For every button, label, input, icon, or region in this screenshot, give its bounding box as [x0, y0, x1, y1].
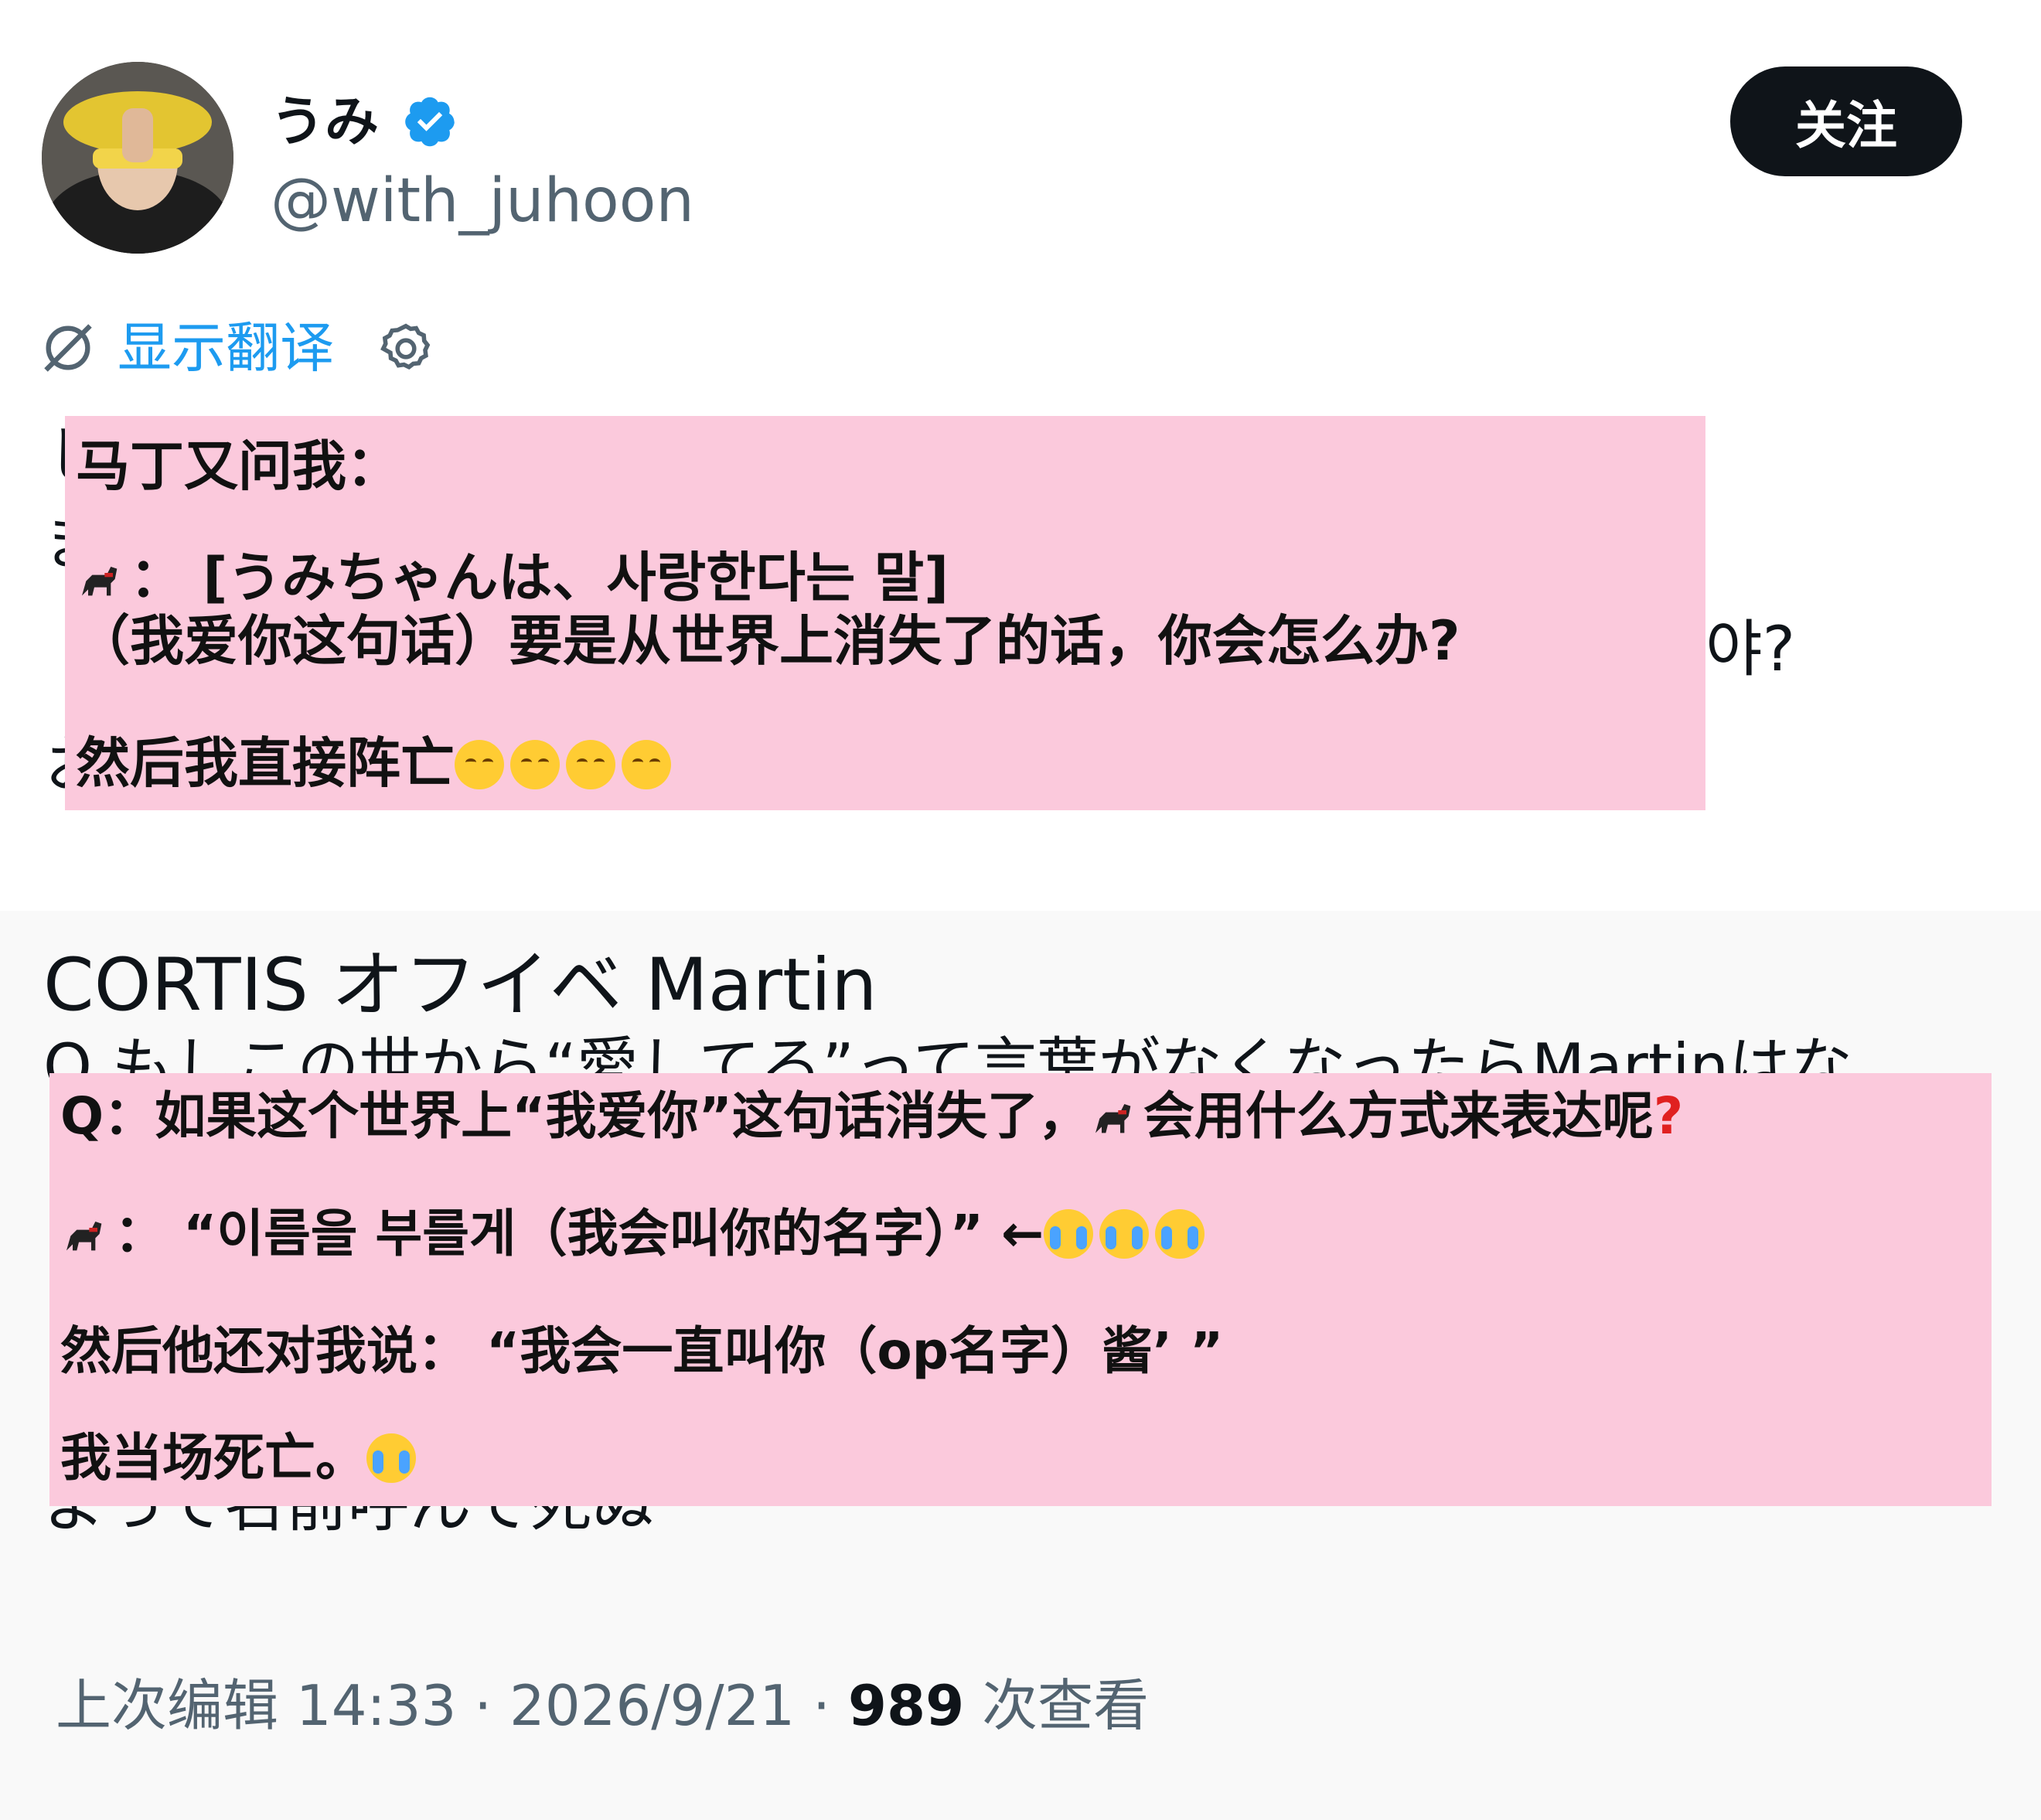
- tweet-text-fragment: 야?: [1705, 613, 1796, 685]
- translate-icon: [44, 324, 92, 372]
- verified-badge-icon: [405, 97, 455, 147]
- crying-face-icon: [1044, 1209, 1094, 1259]
- show-translation-link[interactable]: 显示翻译: [118, 312, 334, 383]
- overlay-2-line-2: ： “이름을 부를게（我会叫你的名字）” ←: [60, 1201, 1211, 1266]
- view-count-label: 次查看: [964, 1673, 1150, 1738]
- crying-face-icon: [1155, 1209, 1205, 1259]
- edit-timestamp[interactable]: 上次编辑 14:33 · 2026/9/21 ·: [56, 1673, 848, 1738]
- follow-button[interactable]: 关注: [1730, 66, 1962, 176]
- overlay-1-line-4: 然后我直接阵亡: [76, 730, 677, 796]
- view-count: 989: [847, 1673, 965, 1738]
- overlay-2-line-1-text: Q：如果这个世界上“我爱你”这句话消失了，: [60, 1086, 1089, 1146]
- quoted-tweet-title: CORTIS オフイベ Martin: [43, 943, 877, 1028]
- translation-overlay-1: 马丁又问我： ： [うみちゃんは、사랑한다는 말] （我爱你这句话）要是从世界上…: [65, 416, 1705, 810]
- overlay-2-line-4-text: 我当场死亡。: [60, 1428, 366, 1488]
- tweet-metadata: 上次编辑 14:33 · 2026/9/21 · 989 次查看: [56, 1670, 1149, 1741]
- overlay-2-line-1: Q：如果这个世界上“我爱你”这句话消失了， 会用什么方式来表达呢?: [60, 1084, 1683, 1149]
- translation-overlay-2: Q：如果这个世界上“我爱你”这句话消失了， 会用什么方式来表达呢? ： “이름을 …: [49, 1073, 1992, 1506]
- dog-emoji-icon: [66, 1222, 102, 1251]
- overlay-2-line-2-text: ： “이름을 부를게（我会叫你的名字）” ←: [114, 1204, 1044, 1263]
- overlay-2-line-1-text-b: 会用什么方式来表达呢: [1143, 1086, 1654, 1146]
- overlay-1-line-1: 马丁又问我：: [76, 435, 400, 498]
- overlay-1-line-4-text: 然后我直接阵亡: [76, 731, 455, 795]
- overlay-1-line-3: （我爱你这句话）要是从世界上消失了的话，你会怎么办?: [76, 609, 1460, 673]
- crying-face-icon: [1099, 1209, 1150, 1259]
- display-name[interactable]: うみ: [271, 87, 379, 156]
- relieved-face-icon: [455, 740, 504, 789]
- overlay-1-line-2-text: ： [うみちゃんは、사랑한다는 말]: [130, 546, 949, 609]
- relieved-face-icon: [622, 740, 671, 789]
- dog-emoji-icon: [82, 567, 118, 596]
- overlay-1-line-2: ： [うみちゃんは、사랑한다는 말]: [76, 544, 949, 611]
- gear-icon[interactable]: [377, 320, 434, 377]
- relieved-face-icon: [510, 740, 560, 789]
- relieved-face-icon: [566, 740, 615, 789]
- user-handle[interactable]: @with_juhoon: [271, 164, 694, 238]
- overlay-2-line-4: 我当场死亡。: [60, 1426, 422, 1491]
- avatar[interactable]: [42, 62, 233, 254]
- red-question-mark: ?: [1653, 1086, 1684, 1146]
- dog-emoji-icon: [1095, 1104, 1131, 1133]
- avatar-image: [42, 62, 233, 254]
- crying-face-icon: [366, 1433, 416, 1483]
- overlay-2-line-3: 然后他还对我说： “我会一直叫你（op名字）酱’ ”: [60, 1321, 1224, 1381]
